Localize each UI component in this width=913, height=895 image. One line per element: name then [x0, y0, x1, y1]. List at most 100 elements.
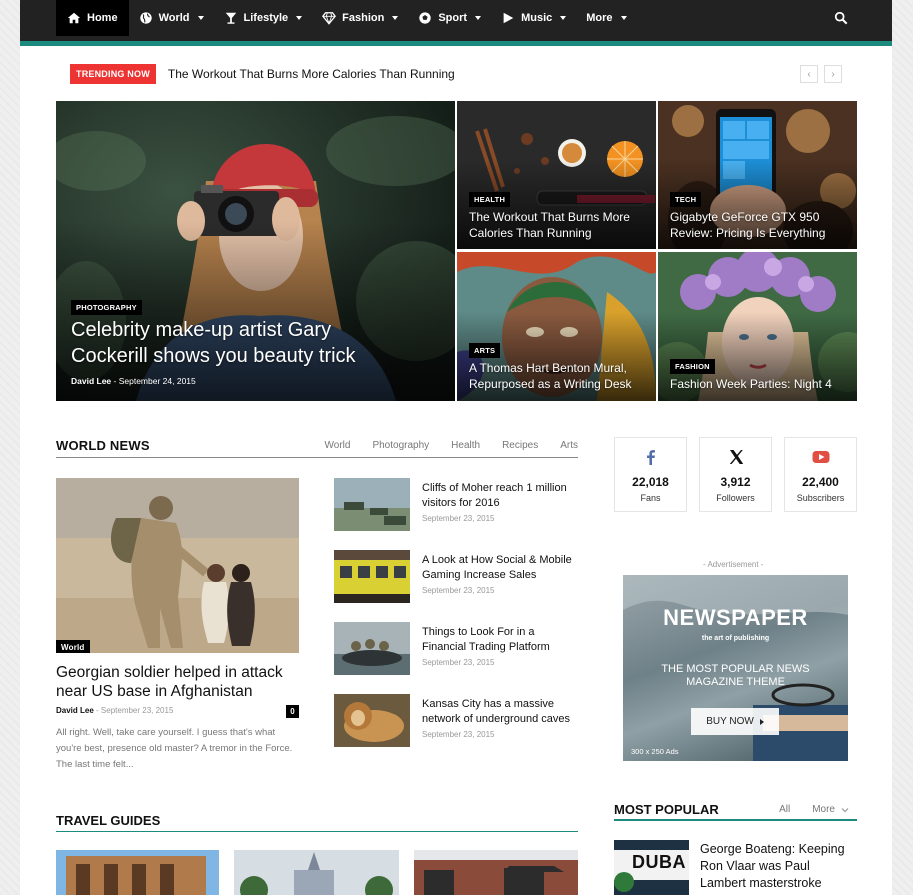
list-thumb [334, 478, 410, 531]
hero-tile-title[interactable]: A Thomas Hart Benton Mural, Repurposed a… [469, 360, 649, 392]
chevron-down-icon [392, 16, 399, 20]
author-name[interactable]: David Lee [56, 706, 94, 715]
hero-main-title[interactable]: Celebrity make-up artist Gary Cockerill … [71, 317, 356, 369]
ad-tagline-2: MAGAZINE THEME [686, 676, 785, 688]
author-name[interactable]: David Lee [71, 376, 111, 386]
social-youtube[interactable]: 22,400 Subscribers [784, 437, 857, 512]
list-title[interactable]: Things to Look For in a Financial Tradin… [422, 625, 579, 655]
category-badge[interactable]: PHOTOGRAPHY [71, 300, 142, 315]
category-badge[interactable]: ARTS [469, 343, 501, 358]
tab-photography[interactable]: Photography [372, 440, 429, 451]
social-label: Fans [640, 493, 661, 503]
social-count: 22,018 [632, 475, 669, 489]
tab-arts[interactable]: Arts [560, 440, 578, 451]
tile-title-line: A Thomas Hart Benton Mural, [469, 361, 627, 375]
featured-image[interactable]: World [56, 478, 299, 653]
nav-label: Sport [438, 12, 468, 24]
trending-bar: TRENDING NOW The Workout That Burns More… [70, 64, 455, 84]
hero-tile-fashion[interactable]: FASHION Fashion Week Parties: Night 4 [658, 252, 857, 401]
category-badge[interactable]: HEALTH [469, 192, 511, 207]
nav-item-lifestyle[interactable]: Lifestyle [214, 0, 313, 36]
nav-item-more[interactable]: More [576, 0, 636, 36]
popular-thumb[interactable]: DUBA [614, 840, 689, 895]
featured-title[interactable]: Georgian soldier helped in attack near U… [56, 663, 306, 701]
category-badge[interactable]: World [56, 640, 90, 653]
list-title[interactable]: Cliffs of Moher reach 1 million visitors… [422, 481, 579, 511]
tile-title-line: Fashion Week Parties: Night 4 [670, 377, 832, 391]
page-content: TRENDING NOW The Workout That Burns More… [20, 46, 892, 895]
category-badge[interactable]: FASHION [670, 359, 715, 374]
nav-item-music[interactable]: Music [491, 0, 576, 36]
trending-prev-button[interactable]: ‹ [800, 65, 818, 83]
list-item[interactable]: Cliffs of Moher reach 1 million visitors… [334, 478, 579, 533]
list-item[interactable]: Kansas City has a massive network of und… [334, 694, 579, 749]
social-x[interactable]: 3,912 Followers [699, 437, 772, 512]
list-item[interactable]: Things to Look For in a Financial Tradin… [334, 622, 579, 677]
nav-item-sport[interactable]: Sport [408, 0, 491, 36]
facebook-icon [647, 450, 655, 465]
hero-tile-title[interactable]: Fashion Week Parties: Night 4 [670, 376, 850, 392]
nav-item-fashion[interactable]: Fashion [312, 0, 408, 36]
featured-photo [56, 478, 299, 653]
hero-main-meta: David Lee - September 24, 2015 [71, 376, 196, 386]
meta-sep: - [111, 376, 119, 386]
list-title[interactable]: A Look at How Social & Mobile Gaming Inc… [422, 553, 579, 583]
travel-thumb[interactable] [56, 850, 219, 895]
travel-thumb[interactable] [234, 850, 399, 895]
ad-banner[interactable]: NEWSPAPER the art of publishing THE MOST… [623, 575, 848, 761]
chevron-down-icon [475, 16, 482, 20]
comment-count-badge[interactable]: 0 [286, 705, 299, 718]
hero-tile-arts[interactable]: ARTS A Thomas Hart Benton Mural, Repurpo… [457, 252, 656, 401]
play-icon [503, 12, 514, 24]
list-date: September 23, 2015 [422, 658, 495, 667]
meta-sep: - [93, 706, 101, 715]
world-news-header: WORLD NEWS World Photography Health Reci… [56, 436, 578, 458]
ad-tagline-1: THE MOST POPULAR NEWS [661, 663, 810, 675]
hero-tile-title[interactable]: The Workout That Burns More Calories Tha… [469, 209, 649, 241]
social-count: 22,400 [802, 475, 839, 489]
popular-title[interactable]: George Boateng: Keeping Ron Vlaar was Pa… [700, 841, 855, 892]
x-icon [729, 450, 744, 464]
category-badge[interactable]: TECH [670, 192, 702, 207]
tab-more[interactable]: More [812, 804, 849, 815]
hero-grid: PHOTOGRAPHY Celebrity make-up artist Gar… [56, 101, 857, 401]
nav-item-home[interactable]: Home [56, 0, 129, 36]
glass-icon [225, 12, 236, 24]
nav-label: Fashion [342, 12, 385, 24]
nav-label: Music [521, 12, 553, 24]
hero-tile-tech[interactable]: TECH Gigabyte GeForce GTX 950 Review: Pr… [658, 101, 857, 249]
tile-title-line: Calories Than Running [469, 226, 592, 240]
post-date: September 24, 2015 [118, 376, 196, 386]
list-thumb [334, 550, 410, 603]
youtube-icon [812, 451, 830, 463]
list-item[interactable]: A Look at How Social & Mobile Gaming Inc… [334, 550, 579, 605]
section-title: MOST POPULAR [614, 802, 719, 817]
tile-title-line: Gigabyte GeForce GTX 950 [670, 210, 820, 224]
hero-tile-health[interactable]: HEALTH The Workout That Burns More Calor… [457, 101, 656, 249]
social-facebook[interactable]: 22,018 Fans [614, 437, 687, 512]
list-date: September 23, 2015 [422, 514, 495, 523]
social-count: 3,912 [720, 475, 751, 489]
ad-button-label: BUY NOW [706, 716, 754, 727]
hero-main-tile[interactable]: PHOTOGRAPHY Celebrity make-up artist Gar… [56, 101, 455, 401]
trending-next-button[interactable]: › [824, 65, 842, 83]
tab-recipes[interactable]: Recipes [502, 440, 538, 451]
trending-headline[interactable]: The Workout That Burns More Calories Tha… [168, 67, 455, 81]
tile-title-line: The Workout That Burns More [469, 210, 630, 224]
ball-icon [419, 12, 432, 24]
list-title[interactable]: Kansas City has a massive network of und… [422, 697, 579, 727]
tile-title-line: Repurposed as a Writing Desk [469, 377, 632, 391]
ad-subtitle: the art of publishing [701, 635, 770, 642]
tab-health[interactable]: Health [451, 440, 480, 451]
hero-main-title-line: Cockerill shows you beauty trick [71, 345, 356, 367]
nav-label: Home [87, 12, 118, 24]
list-date: September 23, 2015 [422, 586, 495, 595]
nav-item-world[interactable]: World [129, 0, 214, 36]
search-icon[interactable] [834, 11, 848, 25]
featured-excerpt: All right. Well, take care yourself. I g… [56, 727, 293, 770]
hero-tile-title[interactable]: Gigabyte GeForce GTX 950 Review: Pricing… [670, 209, 850, 241]
travel-thumb[interactable] [414, 850, 578, 895]
tab-world[interactable]: World [325, 440, 351, 451]
ad-buy-now-button[interactable]: BUY NOW [691, 708, 779, 735]
tab-all[interactable]: All [779, 804, 790, 815]
